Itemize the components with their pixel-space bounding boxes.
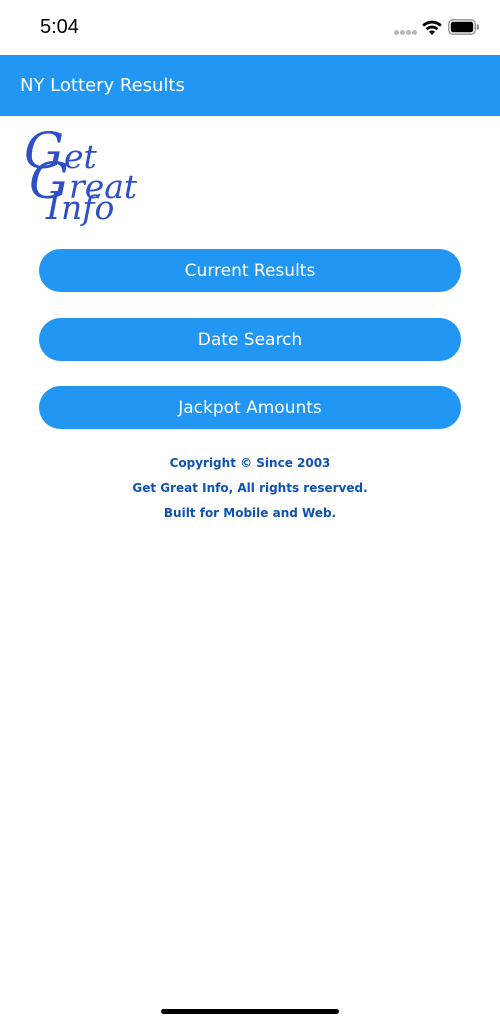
logo-line-3: Info	[46, 184, 115, 228]
current-results-button[interactable]: Current Results	[39, 249, 461, 292]
app-bar: NY Lottery Results	[0, 55, 500, 116]
rights-text: Get Great Info, All rights reserved.	[132, 481, 368, 495]
wifi-icon	[422, 20, 442, 35]
home-indicator	[161, 1009, 339, 1014]
battery-icon	[448, 19, 479, 35]
app-bar-title: NY Lottery Results	[20, 75, 185, 96]
built-for-text: Built for Mobile and Web.	[163, 506, 337, 520]
jackpot-amounts-button[interactable]: Jackpot Amounts	[39, 386, 461, 429]
status-time: 5:04	[40, 16, 79, 38]
copyright-text: Copyright © Since 2003	[169, 456, 331, 470]
date-search-button[interactable]: Date Search	[39, 318, 461, 361]
status-bar: 5:04	[0, 0, 500, 55]
signal-dots-icon	[394, 30, 418, 36]
get-great-info-logo: Get Great Info	[24, 122, 137, 230]
